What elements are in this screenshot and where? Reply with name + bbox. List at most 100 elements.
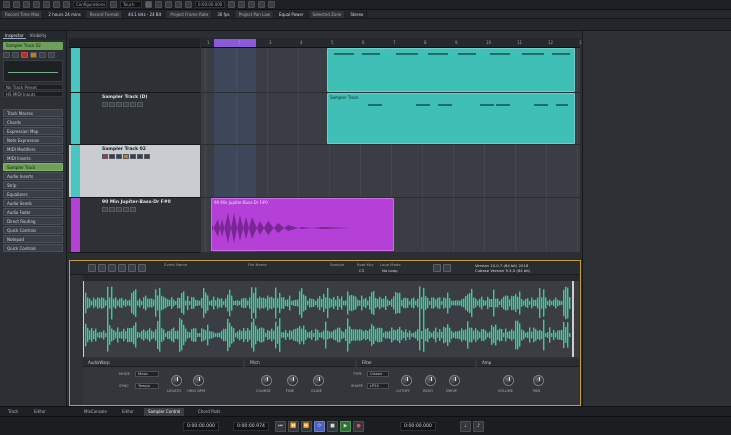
color-button[interactable]: [268, 1, 275, 8]
tab-visibility[interactable]: Visibility: [28, 32, 49, 39]
track-lane[interactable]: [201, 145, 580, 198]
rewind-icon[interactable]: ⏪: [288, 421, 299, 432]
filter-shape-dropdown[interactable]: LP24: [367, 383, 389, 389]
section-equalizers[interactable]: Equalizers: [3, 190, 63, 198]
pan-knob[interactable]: [533, 375, 544, 386]
cycle-locators[interactable]: [214, 39, 256, 47]
legato-knob[interactable]: [171, 375, 182, 386]
selected-zone-value[interactable]: Stereo: [347, 10, 368, 18]
glide-knob[interactable]: [313, 375, 324, 386]
section-quick-controls-2[interactable]: Quick Controls: [3, 244, 63, 252]
activate-project-button[interactable]: [3, 1, 10, 8]
read-button[interactable]: [116, 207, 122, 212]
configurations-menu[interactable]: Configurations: [73, 1, 107, 8]
mute-button[interactable]: [102, 102, 108, 107]
waveform-view-button[interactable]: [433, 264, 441, 272]
cutoff-knob[interactable]: [401, 375, 412, 386]
midi-input-field[interactable]: HS MIDI Inputs: [3, 91, 63, 97]
track-name[interactable]: Sampler Track 02: [102, 147, 146, 152]
left-zone-toggle[interactable]: [43, 1, 50, 8]
reso-knob[interactable]: [425, 375, 436, 386]
erase-tool[interactable]: [185, 1, 192, 8]
metronome-icon[interactable]: ♩: [460, 421, 471, 432]
section-audio-fader[interactable]: Audio Fader: [3, 208, 63, 216]
record-format-value[interactable]: 44.1 kHz - 24 Bit: [124, 10, 166, 18]
section-audio-sends[interactable]: Audio Sends: [3, 199, 63, 207]
section-audio-inserts[interactable]: Audio Inserts: [3, 172, 63, 180]
coarse-knob[interactable]: [261, 375, 272, 386]
quantize-button[interactable]: [258, 1, 265, 8]
audition-button[interactable]: [98, 264, 106, 272]
inspector-track-name[interactable]: Sampler Track 02: [3, 42, 63, 50]
solo-editor-button[interactable]: [88, 264, 96, 272]
volume-knob[interactable]: [503, 375, 514, 386]
section-midi-inserts[interactable]: MIDI Inserts: [3, 154, 63, 162]
track-menu-button[interactable]: [137, 102, 143, 107]
glue-tool[interactable]: [175, 1, 182, 8]
write-automation-button[interactable]: [33, 1, 40, 8]
solo-button[interactable]: [12, 52, 19, 58]
snap-type-button[interactable]: [238, 1, 245, 8]
read-button[interactable]: [130, 154, 136, 159]
mute-button[interactable]: [102, 207, 108, 212]
right-locator-time[interactable]: 0:00:00.000: [400, 422, 436, 431]
snap-editor-button[interactable]: [443, 264, 451, 272]
solo-button[interactable]: [116, 154, 122, 159]
orig-bpm-knob[interactable]: [193, 375, 204, 386]
loop-mode-value[interactable]: No Loop: [382, 268, 397, 273]
sample-waveform-display[interactable]: [83, 275, 579, 357]
track-preset-field[interactable]: No Track Preset: [3, 84, 63, 90]
write-button[interactable]: [48, 52, 55, 58]
split-tool[interactable]: [165, 1, 172, 8]
section-sampler-track[interactable]: Sampler Track: [3, 163, 63, 171]
drive-knob[interactable]: [449, 375, 460, 386]
tab-editor[interactable]: Editor: [30, 408, 50, 416]
tab-sampler-control[interactable]: Sampler Control: [144, 408, 185, 416]
read-button[interactable]: [39, 52, 46, 58]
section-chords[interactable]: Chords: [3, 118, 63, 126]
track-row[interactable]: [69, 48, 200, 93]
amp-section-header[interactable]: Amp: [477, 359, 579, 367]
track-name[interactable]: Sampler Track (D): [102, 95, 147, 100]
write-button[interactable]: [137, 154, 143, 159]
filter-type-dropdown[interactable]: Classic: [367, 371, 389, 377]
object-selection-tool[interactable]: [145, 1, 152, 8]
read-automation-button[interactable]: [23, 1, 30, 8]
track-row[interactable]: Sampler Track (D): [69, 93, 200, 145]
frame-rate-value[interactable]: 30 fps: [214, 10, 234, 18]
tab-editor-2[interactable]: Editor: [118, 408, 138, 416]
play-icon[interactable]: ▶: [340, 421, 351, 432]
record-enable-button[interactable]: [102, 154, 108, 159]
go-to-start-icon[interactable]: ⏮: [275, 421, 286, 432]
primary-time-display[interactable]: 0:00:00.974: [233, 422, 269, 431]
mute-button[interactable]: [3, 52, 10, 58]
play-tool[interactable]: [138, 264, 146, 272]
fast-forward-icon[interactable]: ⏩: [301, 421, 312, 432]
track-row[interactable]: 90 Min Jupiter-Bass-Dr F#0: [69, 198, 200, 253]
tab-mixconsole[interactable]: MixConsole: [80, 408, 111, 416]
zoom-tool[interactable]: [118, 264, 126, 272]
left-locator-time[interactable]: 0:00:00.000: [183, 422, 219, 431]
audio-event[interactable]: 90 Min Jupiter-Bass-Dr F#0: [211, 198, 394, 251]
root-key-value[interactable]: C3: [359, 268, 364, 273]
cycle-button-icon[interactable]: ⟳: [314, 421, 325, 432]
section-expression-map[interactable]: Expression Map: [3, 127, 63, 135]
midi-part[interactable]: Sampler Track: [327, 93, 575, 144]
track-name[interactable]: 90 Min Jupiter-Bass-Dr F#0: [102, 200, 171, 205]
record-icon[interactable]: ●: [353, 421, 364, 432]
section-note-expression[interactable]: Note Expression: [3, 136, 63, 144]
midi-part[interactable]: [327, 48, 575, 92]
select-tool[interactable]: [128, 264, 136, 272]
read-button[interactable]: [116, 102, 122, 107]
mute-button[interactable]: [109, 154, 115, 159]
stop-icon[interactable]: ■: [327, 421, 338, 432]
pitch-section-header[interactable]: Pitch: [245, 359, 355, 367]
pan-law-value[interactable]: Equal Power: [276, 10, 308, 18]
section-midi-modifiers[interactable]: MIDI Modifiers: [3, 145, 63, 153]
right-zone-toggle[interactable]: [63, 1, 70, 8]
section-direct-routing[interactable]: Direct Routing: [3, 217, 63, 225]
write-button[interactable]: [123, 207, 129, 212]
edit-instrument-button[interactable]: [130, 102, 136, 107]
snap-toggle[interactable]: [228, 1, 235, 8]
solo-button[interactable]: [109, 102, 115, 107]
